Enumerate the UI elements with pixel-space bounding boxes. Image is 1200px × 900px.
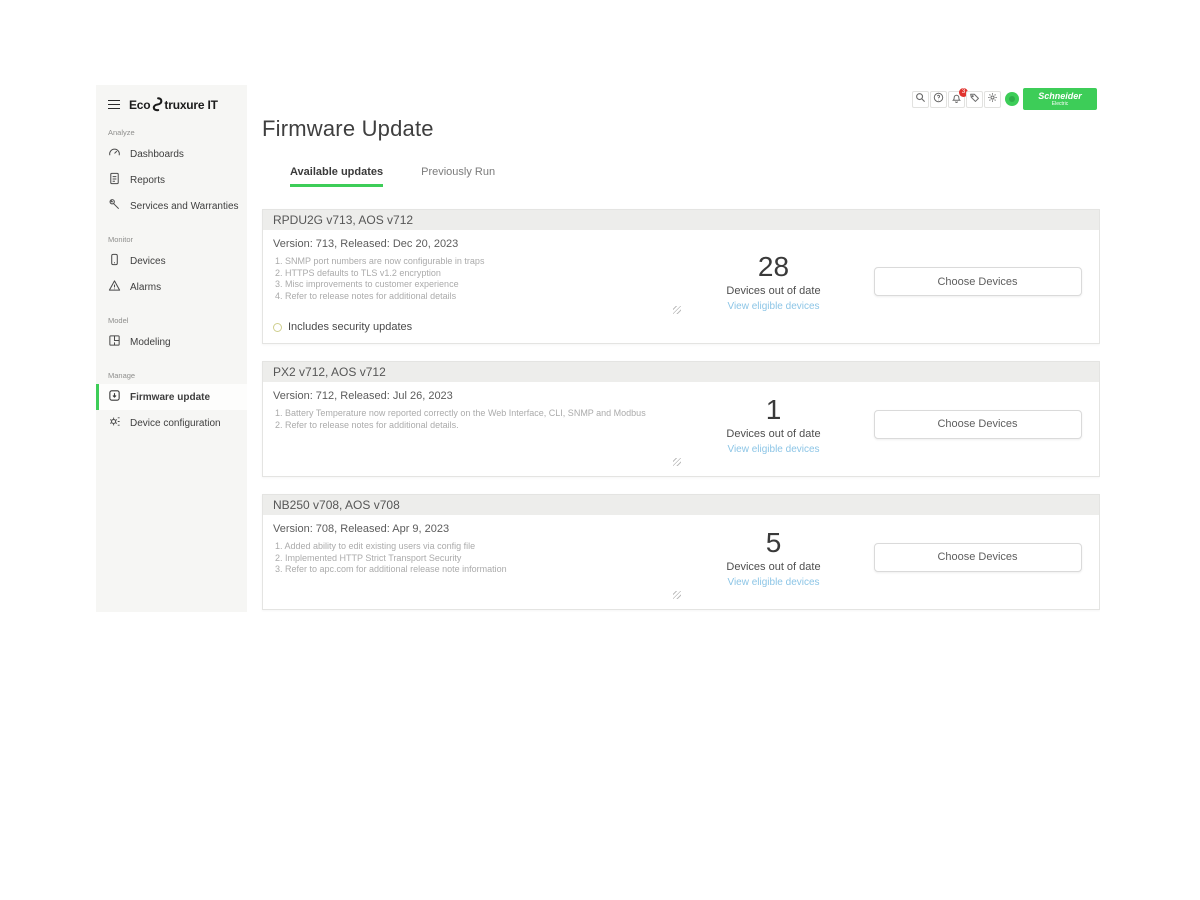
help-icon bbox=[933, 90, 944, 108]
release-note-line: 4. Refer to release notes for additional… bbox=[275, 291, 681, 303]
choose-devices-button[interactable]: Choose Devices bbox=[874, 410, 1082, 439]
sidebar-item-label: Services and Warranties bbox=[130, 201, 239, 212]
tab-available-updates[interactable]: Available updates bbox=[290, 166, 383, 187]
version-line: Version: 713, Released: Dec 20, 2023 bbox=[273, 238, 691, 250]
sidebar-item-reports[interactable]: Reports bbox=[96, 167, 247, 193]
devices-out-of-date-label: Devices out of date bbox=[726, 285, 820, 297]
release-note-line: 2. Implemented HTTP Strict Transport Sec… bbox=[275, 553, 681, 565]
device-count-column: 5 Devices out of date View eligible devi… bbox=[691, 515, 856, 599]
update-card-list: RPDU2G v713, AOS v712 Version: 713, Rele… bbox=[262, 209, 1100, 610]
report-document-icon bbox=[108, 172, 121, 188]
sidebar-item-devices[interactable]: Devices bbox=[96, 248, 247, 274]
tag-icon bbox=[969, 90, 980, 108]
menu-icon[interactable] bbox=[108, 100, 120, 110]
sidebar-item-device-configuration[interactable]: Device configuration bbox=[96, 410, 247, 436]
view-eligible-devices-link[interactable]: View eligible devices bbox=[727, 444, 819, 455]
ecostruxure-loop-icon bbox=[150, 97, 164, 112]
gear-icon bbox=[987, 90, 998, 108]
topbar-actions: 3 Schneider Electric bbox=[912, 88, 1097, 110]
schneider-electric-logo[interactable]: Schneider Electric bbox=[1023, 88, 1097, 110]
sidebar-item-alarms[interactable]: Alarms bbox=[96, 274, 247, 300]
devices-out-of-date-count: 1 bbox=[766, 394, 782, 426]
resize-grip-icon[interactable] bbox=[673, 458, 681, 466]
sidebar-item-firmware-update[interactable]: Firmware update bbox=[96, 384, 247, 410]
security-updates-label: Includes security updates bbox=[288, 321, 412, 333]
view-eligible-devices-link[interactable]: View eligible devices bbox=[727, 301, 819, 312]
search-button[interactable] bbox=[912, 91, 929, 108]
release-note-line: 3. Misc improvements to customer experie… bbox=[275, 279, 681, 291]
release-note-line: 1. Added ability to edit existing users … bbox=[275, 541, 681, 553]
release-note-line: 2. Refer to release notes for additional… bbox=[275, 420, 681, 432]
section-label-analyze: Analyze bbox=[108, 128, 247, 137]
device-count-column: 28 Devices out of date View eligible dev… bbox=[691, 230, 856, 333]
sidebar-item-label: Device configuration bbox=[130, 418, 221, 429]
release-note-line: 3. Refer to apc.com for additional relea… bbox=[275, 564, 681, 576]
sidebar-item-modeling[interactable]: Modeling bbox=[96, 329, 247, 355]
user-avatar[interactable] bbox=[1005, 92, 1019, 106]
notifications-button[interactable]: 3 bbox=[948, 91, 965, 108]
devices-out-of-date-count: 28 bbox=[758, 251, 789, 283]
update-card-nb250: NB250 v708, AOS v708 Version: 708, Relea… bbox=[262, 494, 1100, 610]
devices-out-of-date-count: 5 bbox=[766, 527, 782, 559]
sidebar-item-label: Dashboards bbox=[130, 149, 184, 160]
sidebar-item-services-warranties[interactable]: Services and Warranties bbox=[96, 193, 247, 219]
choose-devices-button[interactable]: Choose Devices bbox=[874, 543, 1082, 572]
release-notes: 1. Battery Temperature now reported corr… bbox=[275, 408, 681, 466]
ecostruxure-logo: Eco truxure IT bbox=[129, 97, 218, 112]
security-indicator-icon bbox=[273, 323, 282, 332]
sidebar-item-label: Devices bbox=[130, 256, 166, 267]
modeling-floorplan-icon bbox=[108, 334, 121, 350]
resize-grip-icon[interactable] bbox=[673, 306, 681, 314]
release-notes: 1. Added ability to edit existing users … bbox=[275, 541, 681, 599]
section-label-model: Model bbox=[108, 316, 247, 325]
release-note-line: 2. HTTPS defaults to TLS v1.2 encryption bbox=[275, 268, 681, 280]
device-configuration-icon bbox=[108, 415, 121, 431]
security-updates-row: Includes security updates bbox=[273, 321, 691, 333]
update-card-px2: PX2 v712, AOS v712 Version: 712, Release… bbox=[262, 361, 1100, 477]
release-note-line: 1. Battery Temperature now reported corr… bbox=[275, 408, 681, 420]
schneider-logo-line2: Electric bbox=[1023, 102, 1097, 107]
tab-bar: Available updates Previously Run bbox=[290, 166, 1100, 187]
sidebar-item-dashboards[interactable]: Dashboards bbox=[96, 141, 247, 167]
release-notes: 1. SNMP port numbers are now configurabl… bbox=[275, 256, 681, 314]
section-label-monitor: Monitor bbox=[108, 235, 247, 244]
search-icon bbox=[915, 90, 926, 108]
dashboard-gauge-icon bbox=[108, 146, 121, 162]
update-card-rpdu2g: RPDU2G v713, AOS v712 Version: 713, Rele… bbox=[262, 209, 1100, 344]
help-button[interactable] bbox=[930, 91, 947, 108]
sidebar: Eco truxure IT Analyze Dashboards Report… bbox=[96, 85, 247, 612]
brand-text-eco: Eco bbox=[129, 98, 150, 112]
version-line: Version: 708, Released: Apr 9, 2023 bbox=[273, 523, 691, 535]
card-title: PX2 v712, AOS v712 bbox=[263, 362, 1099, 382]
choose-devices-button[interactable]: Choose Devices bbox=[874, 267, 1082, 296]
view-eligible-devices-link[interactable]: View eligible devices bbox=[727, 577, 819, 588]
version-line: Version: 712, Released: Jul 26, 2023 bbox=[273, 390, 691, 402]
sidebar-item-label: Modeling bbox=[130, 337, 171, 348]
app-window: Eco truxure IT Analyze Dashboards Report… bbox=[96, 85, 1100, 612]
alarm-warning-icon bbox=[108, 279, 121, 295]
section-label-manage: Manage bbox=[108, 371, 247, 380]
main-content: 3 Schneider Electric Firmware Update Ava… bbox=[247, 85, 1100, 612]
settings-button[interactable] bbox=[984, 91, 1001, 108]
release-note-line: 1. SNMP port numbers are now configurabl… bbox=[275, 256, 681, 268]
schneider-logo-line1: Schneider bbox=[1023, 92, 1097, 101]
card-title: RPDU2G v713, AOS v712 bbox=[263, 210, 1099, 230]
page-title: Firmware Update bbox=[262, 116, 1100, 142]
firmware-update-icon bbox=[108, 389, 121, 405]
brand-row: Eco truxure IT bbox=[96, 85, 247, 112]
tab-previously-run[interactable]: Previously Run bbox=[421, 166, 495, 187]
sidebar-item-label: Alarms bbox=[130, 282, 161, 293]
sidebar-item-label: Reports bbox=[130, 175, 165, 186]
card-title: NB250 v708, AOS v708 bbox=[263, 495, 1099, 515]
wrench-icon bbox=[108, 198, 121, 214]
devices-out-of-date-label: Devices out of date bbox=[726, 561, 820, 573]
whats-new-button[interactable] bbox=[966, 91, 983, 108]
devices-out-of-date-label: Devices out of date bbox=[726, 428, 820, 440]
brand-text-rest: truxure IT bbox=[164, 98, 217, 112]
resize-grip-icon[interactable] bbox=[673, 591, 681, 599]
device-icon bbox=[108, 253, 121, 269]
device-count-column: 1 Devices out of date View eligible devi… bbox=[691, 382, 856, 466]
sidebar-item-label: Firmware update bbox=[130, 392, 210, 403]
